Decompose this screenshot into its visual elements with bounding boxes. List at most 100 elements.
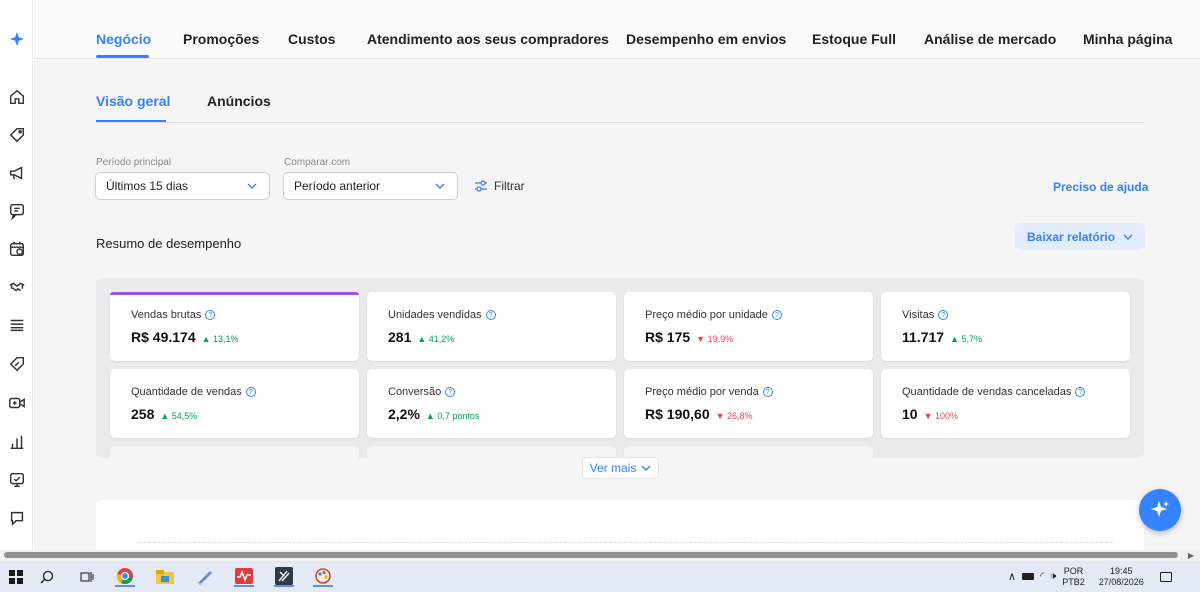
info-icon[interactable]: ? (938, 310, 949, 320)
metric-label: Unidades vendidas (388, 309, 482, 321)
video-icon[interactable] (7, 393, 27, 413)
tab-estoque-full[interactable]: Estoque Full (812, 31, 896, 47)
handshake-icon[interactable] (7, 277, 27, 297)
language-indicator[interactable]: POR PTB2 (1062, 566, 1085, 588)
monitor-icon[interactable] (7, 470, 27, 490)
left-rail (0, 0, 33, 550)
tool-app-icon[interactable] (274, 567, 294, 587)
clock-time: 19:45 (1110, 565, 1133, 576)
metric-card[interactable]: Quantidade de vendas? 258 ▲ 54,5% (110, 369, 359, 438)
metric-card[interactable]: Quantidade de vendas canceladas? 10 ▼ 100… (881, 369, 1130, 438)
see-more-button[interactable]: Ver mais (582, 457, 659, 479)
filter-button[interactable]: Filtrar (474, 179, 525, 193)
tab-atendimento[interactable]: Atendimento aos seus compradores (367, 31, 609, 47)
bar-chart-icon[interactable] (7, 432, 27, 452)
monitor-app-icon[interactable] (234, 567, 254, 587)
subtab-anuncios[interactable]: Anúncios (207, 93, 271, 109)
collapsed-metric-card (367, 446, 616, 458)
chrome-icon[interactable] (115, 567, 135, 587)
megaphone-icon[interactable] (7, 163, 27, 183)
volume-icon[interactable]: 🕩 (1050, 571, 1056, 582)
scrollbar-thumb[interactable] (4, 552, 1178, 558)
metric-label: Visitas (902, 309, 935, 321)
metric-label: Preço médio por unidade (645, 309, 768, 321)
help-link[interactable]: Preciso de ajuda (1053, 180, 1148, 194)
metric-delta: ▼ 100% (923, 411, 959, 421)
metric-value: 2,2% (388, 406, 420, 422)
info-icon[interactable]: ? (205, 310, 216, 320)
subtab-visao-geral[interactable]: Visão geral (96, 93, 170, 109)
windows-start-icon[interactable] (6, 567, 26, 587)
system-tray: ∧ ◜ 🕩 POR PTB2 19:45 27/08/2026 (1008, 561, 1172, 592)
search-icon[interactable] (37, 567, 57, 587)
metric-label: Quantidade de vendas (131, 386, 242, 398)
chevron-down-icon (641, 465, 651, 471)
calendar-check-icon[interactable] (7, 239, 27, 259)
metric-card[interactable]: Vendas brutas? R$ 49.174 ▲ 13,1% (110, 292, 359, 361)
stack-icon[interactable] (7, 315, 27, 335)
metric-delta: ▼ 19,9% (696, 334, 734, 344)
metric-card[interactable]: Preço médio por unidade? R$ 175 ▼ 19,9% (624, 292, 873, 361)
metric-delta: ▲ 5,7% (950, 334, 982, 344)
filter-sliders-icon (475, 180, 487, 192)
paint-app-icon[interactable] (313, 567, 333, 587)
task-view-icon[interactable] (77, 567, 97, 587)
tab-minha-pagina[interactable]: Minha página (1083, 31, 1172, 47)
section-title: Resumo de desempenho (96, 236, 242, 251)
notification-icon[interactable] (1159, 571, 1172, 582)
metric-card[interactable]: Conversão? 2,2% ▲ 0,7 pontos (367, 369, 616, 438)
see-more-label: Ver mais (589, 461, 637, 475)
metric-value: R$ 49.174 (131, 329, 196, 345)
info-icon[interactable]: ? (245, 387, 256, 397)
clock[interactable]: 19:45 27/08/2026 (1099, 566, 1144, 588)
filter-button-label: Filtrar (494, 179, 525, 193)
chevron-down-icon (435, 183, 445, 189)
tab-analise-mercado[interactable]: Análise de mercado (924, 31, 1056, 47)
assistant-fab[interactable] (1139, 489, 1181, 531)
metric-delta: ▲ 0,7 pontos (425, 411, 480, 421)
chevron-down-icon (1123, 234, 1133, 240)
metric-value: R$ 175 (645, 329, 691, 345)
tag-icon[interactable] (7, 125, 27, 145)
metric-card[interactable]: Unidades vendidas? 281 ▲ 41,2% (367, 292, 616, 361)
top-navigation: Negócio Promoções Custos Atendimento aos… (34, 0, 1200, 59)
chart-gridline (138, 542, 1113, 543)
file-explorer-icon[interactable] (155, 567, 175, 587)
tab-promocoes[interactable]: Promoções (183, 31, 259, 47)
metric-value: R$ 190,60 (645, 406, 710, 422)
info-icon[interactable]: ? (1075, 387, 1086, 397)
scroll-right-icon[interactable]: ▶ (1188, 551, 1194, 560)
message-icon[interactable] (7, 508, 27, 528)
subtab-divider (96, 122, 1144, 123)
sparkle-icon[interactable] (7, 29, 27, 49)
tab-desempenho-envios[interactable]: Desempenho em envios (626, 31, 786, 47)
wifi-icon[interactable]: ◜ (1040, 571, 1044, 582)
home-icon[interactable] (7, 87, 27, 107)
metric-delta: ▲ 54,5% (160, 411, 198, 421)
discount-tag-icon[interactable] (7, 354, 27, 374)
chat-icon[interactable] (7, 201, 27, 221)
main-content: Visão geral Anúncios Período principal Ú… (34, 59, 1200, 550)
metric-card[interactable]: Visitas? 11.717 ▲ 5,7% (881, 292, 1130, 361)
download-report-button[interactable]: Baixar relatório (1015, 223, 1145, 250)
horizontal-scrollbar[interactable]: ▶ (0, 550, 1200, 561)
metric-delta: ▲ 41,2% (417, 334, 455, 344)
metrics-grid: Vendas brutas? R$ 49.174 ▲ 13,1% Unidades… (96, 278, 1144, 458)
tab-custos[interactable]: Custos (288, 31, 335, 47)
sparkle-icon (1151, 501, 1169, 517)
chevron-up-icon[interactable]: ∧ (1008, 570, 1016, 583)
app-icon[interactable] (195, 567, 215, 587)
info-icon[interactable]: ? (762, 387, 773, 397)
battery-icon[interactable] (1022, 573, 1035, 580)
main-period-label: Período principal (96, 157, 172, 168)
metric-value: 281 (388, 329, 412, 345)
clock-date: 27/08/2026 (1098, 576, 1144, 587)
info-icon[interactable]: ? (445, 387, 456, 397)
main-period-select[interactable]: Últimos 15 dias (95, 172, 270, 200)
info-icon[interactable]: ? (485, 310, 496, 320)
compare-label: Comparar com (284, 157, 351, 168)
compare-select[interactable]: Período anterior (283, 172, 458, 200)
metric-card[interactable]: Preço médio por venda? R$ 190,60 ▼ 26,8% (624, 369, 873, 438)
info-icon[interactable]: ? (771, 310, 782, 320)
tab-negocio[interactable]: Negócio (96, 31, 151, 47)
